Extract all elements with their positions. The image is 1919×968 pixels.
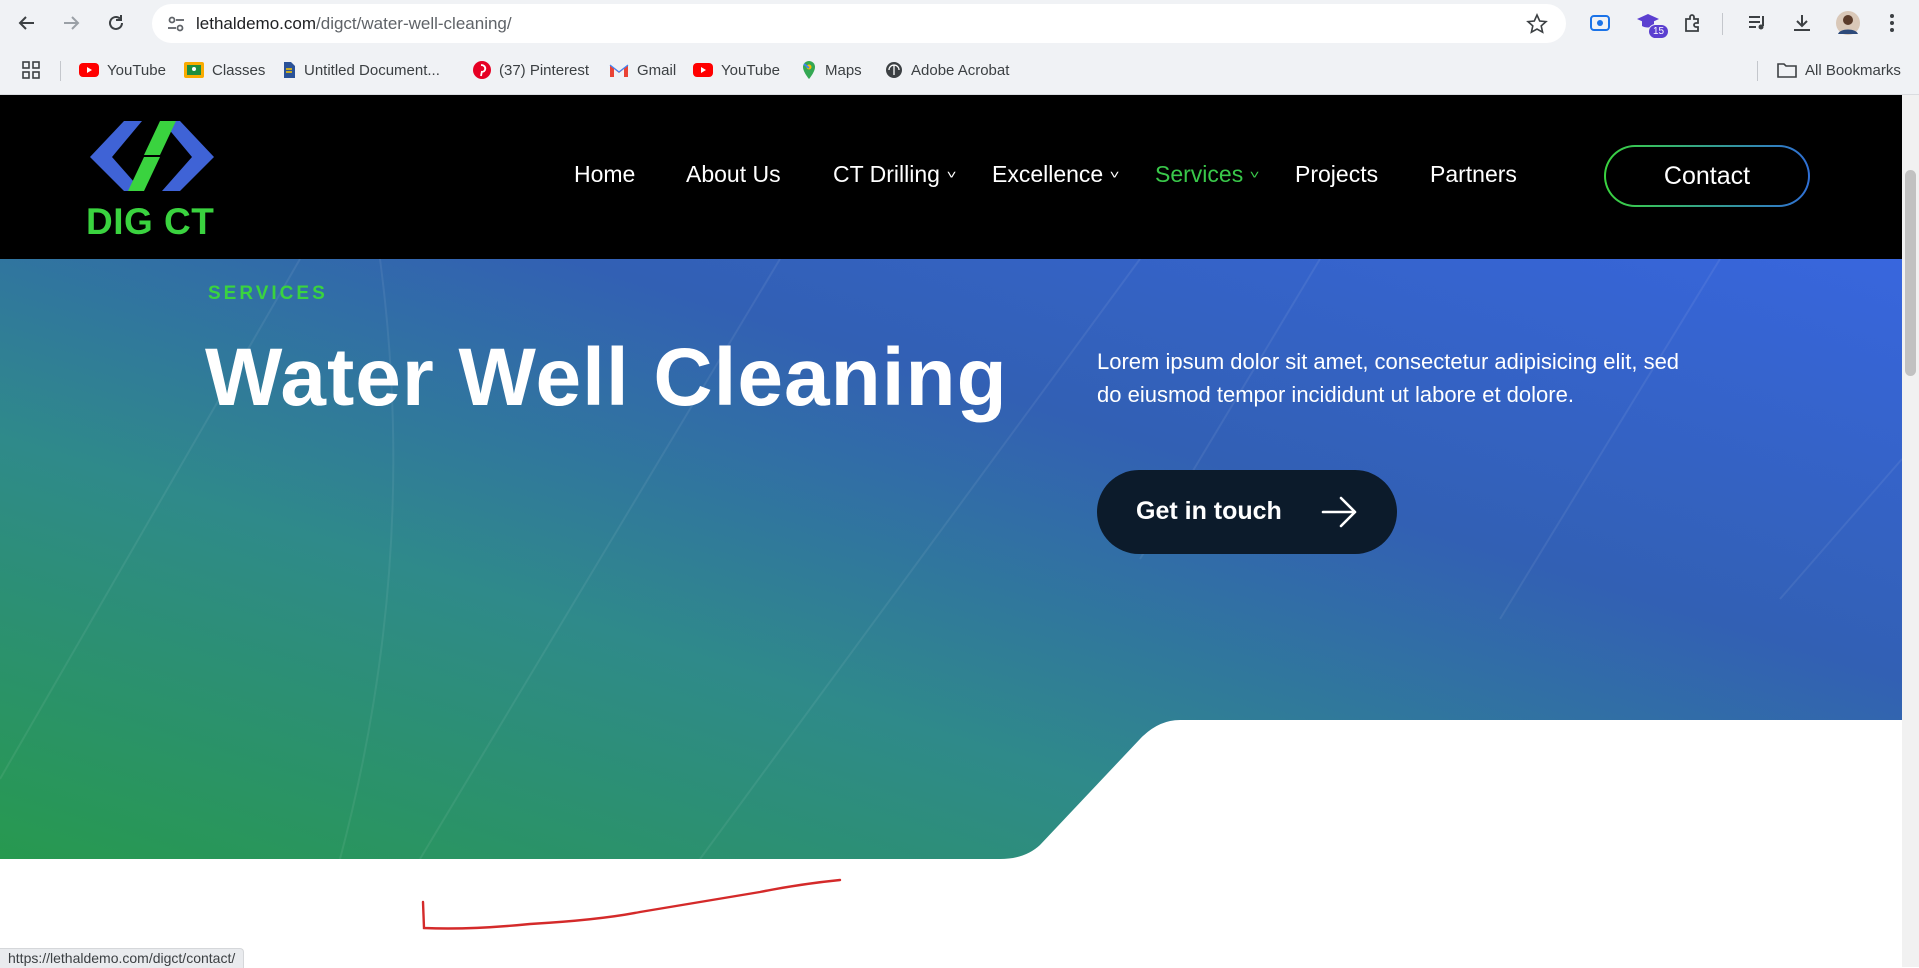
back-button[interactable] [12,8,42,38]
page-title: Water Well Cleaning [205,332,1008,423]
nav-home[interactable]: Home [574,161,635,188]
link-status-bar: https://lethaldemo.com/digct/contact/ [0,948,245,968]
nav-excellence[interactable]: Excellence ˅ [992,161,1120,188]
bookmark-youtube-2[interactable]: YouTube [693,59,780,81]
youtube-icon [79,63,99,77]
media-queue-icon [1749,16,1764,30]
chevron-down-icon: ˅ [946,167,957,182]
youtube-icon [693,63,713,77]
nav-label: About Us [686,161,781,187]
all-bookmarks-button[interactable]: All Bookmarks [1777,59,1901,81]
bookmarks-bar: YouTube Classes Untitled Document... (37… [0,47,1919,95]
downloads-button[interactable] [1787,8,1817,38]
nav-about-us[interactable]: About Us [686,161,781,188]
download-icon [1794,15,1810,31]
webpage-viewport: DIG CT Home About Us CT Drilling ˅ Excel… [0,95,1902,967]
profile-button[interactable] [1833,8,1863,38]
gmail-icon [609,64,629,77]
classes-icon [184,62,204,78]
bookmark-label: YouTube [107,61,166,79]
bookmark-label: Maps [825,61,862,79]
reload-icon [109,15,123,30]
nav-partners[interactable]: Partners [1430,161,1517,188]
url-host: lethaldemo.com [196,14,317,33]
address-bar[interactable]: lethaldemo.com/digct/water-well-cleaning… [152,4,1566,43]
apps-button[interactable] [22,59,40,81]
classroom-extension[interactable]: 15 [1634,8,1670,39]
extensions-button[interactable] [1678,8,1708,38]
browser-toolbar: lethaldemo.com/digct/water-well-cleaning… [0,0,1919,47]
chevron-down-icon: ˅ [1109,167,1120,182]
nav-ct-drilling[interactable]: CT Drilling ˅ [833,161,957,188]
bookmark-classes[interactable]: Classes [184,59,265,81]
bookmark-maps[interactable]: Maps [801,59,862,81]
url-path: /digct/water-well-cleaning/ [316,14,512,33]
dig-ct-logo-mark-icon [90,121,214,191]
bookmark-label: Classes [212,61,266,79]
kebab-menu-icon [1890,14,1894,32]
bookmarks-divider [60,61,61,81]
maps-icon [803,61,815,79]
bookmarks-divider-right [1757,61,1758,81]
forward-arrow-icon [64,16,80,30]
acrobat-icon [886,62,902,78]
cta-label: Get in touch [1136,497,1282,525]
get-in-touch-button[interactable]: Get in touch [1097,470,1397,554]
hero-description: Lorem ipsum dolor sit amet, consectetur … [1097,349,1680,407]
nav-label: Services [1155,161,1244,187]
avatar [1836,11,1860,35]
bookmark-gmail[interactable]: Gmail [609,59,676,81]
bookmark-youtube-1[interactable]: YouTube [79,59,166,81]
nav-label: Partners [1430,161,1517,187]
site-settings-icon[interactable] [166,14,186,34]
browser-menu-button[interactable] [1877,8,1907,38]
bookmark-label: Gmail [637,61,677,79]
bookmark-pinterest[interactable]: (37) Pinterest [473,59,589,81]
puzzle-icon [1685,14,1699,32]
bookmark-adobe-acrobat[interactable]: Adobe Acrobat [885,59,1009,81]
folder-icon [1777,63,1797,78]
nav-services[interactable]: Services ˅ [1155,161,1260,188]
logo-text: DIG CT [86,201,215,242]
nav-label: Excellence [992,161,1104,187]
extension-badge: 15 [1648,24,1670,39]
contact-button-label: Contact [1663,161,1751,190]
forward-button[interactable] [56,8,86,38]
nav-label: CT Drilling [833,161,940,187]
back-arrow-icon [18,16,34,30]
nav-projects[interactable]: Projects [1295,161,1378,188]
all-bookmarks-label: All Bookmarks [1805,61,1901,79]
url-text: lethaldemo.com/digct/water-well-cleaning… [196,14,512,34]
scrollbar-thumb[interactable] [1905,170,1916,376]
document-icon [284,62,295,78]
bookmark-label: Untitled Document... [304,61,440,79]
nav-label: Projects [1295,161,1379,187]
bookmark-label: (37) Pinterest [499,61,590,79]
apps-grid-icon [22,61,40,79]
reload-button[interactable] [101,8,131,38]
site-logo[interactable]: DIG CT [84,111,220,242]
bookmark-star-icon[interactable] [1526,13,1548,35]
bookmark-label: Adobe Acrobat [911,61,1010,79]
media-controls-button[interactable] [1742,8,1772,38]
toolbar-divider [1722,13,1723,35]
bookmark-untitled-document[interactable]: Untitled Document... [282,59,440,81]
arrow-right-icon [1321,496,1357,528]
chevron-down-icon: ˅ [1249,167,1260,182]
page-scrollbar[interactable] [1902,95,1919,967]
screen-capture-extension[interactable] [1585,8,1615,38]
nav-label: Home [574,161,636,187]
bookmark-label: YouTube [721,61,780,79]
screen-record-icon [1590,15,1610,31]
contact-button[interactable]: Contact [1604,145,1810,207]
site-header: DIG CT Home About Us CT Drilling ˅ Excel… [0,95,1902,259]
hero-eyebrow: SERVICES [208,283,328,304]
pinterest-icon [473,61,491,79]
